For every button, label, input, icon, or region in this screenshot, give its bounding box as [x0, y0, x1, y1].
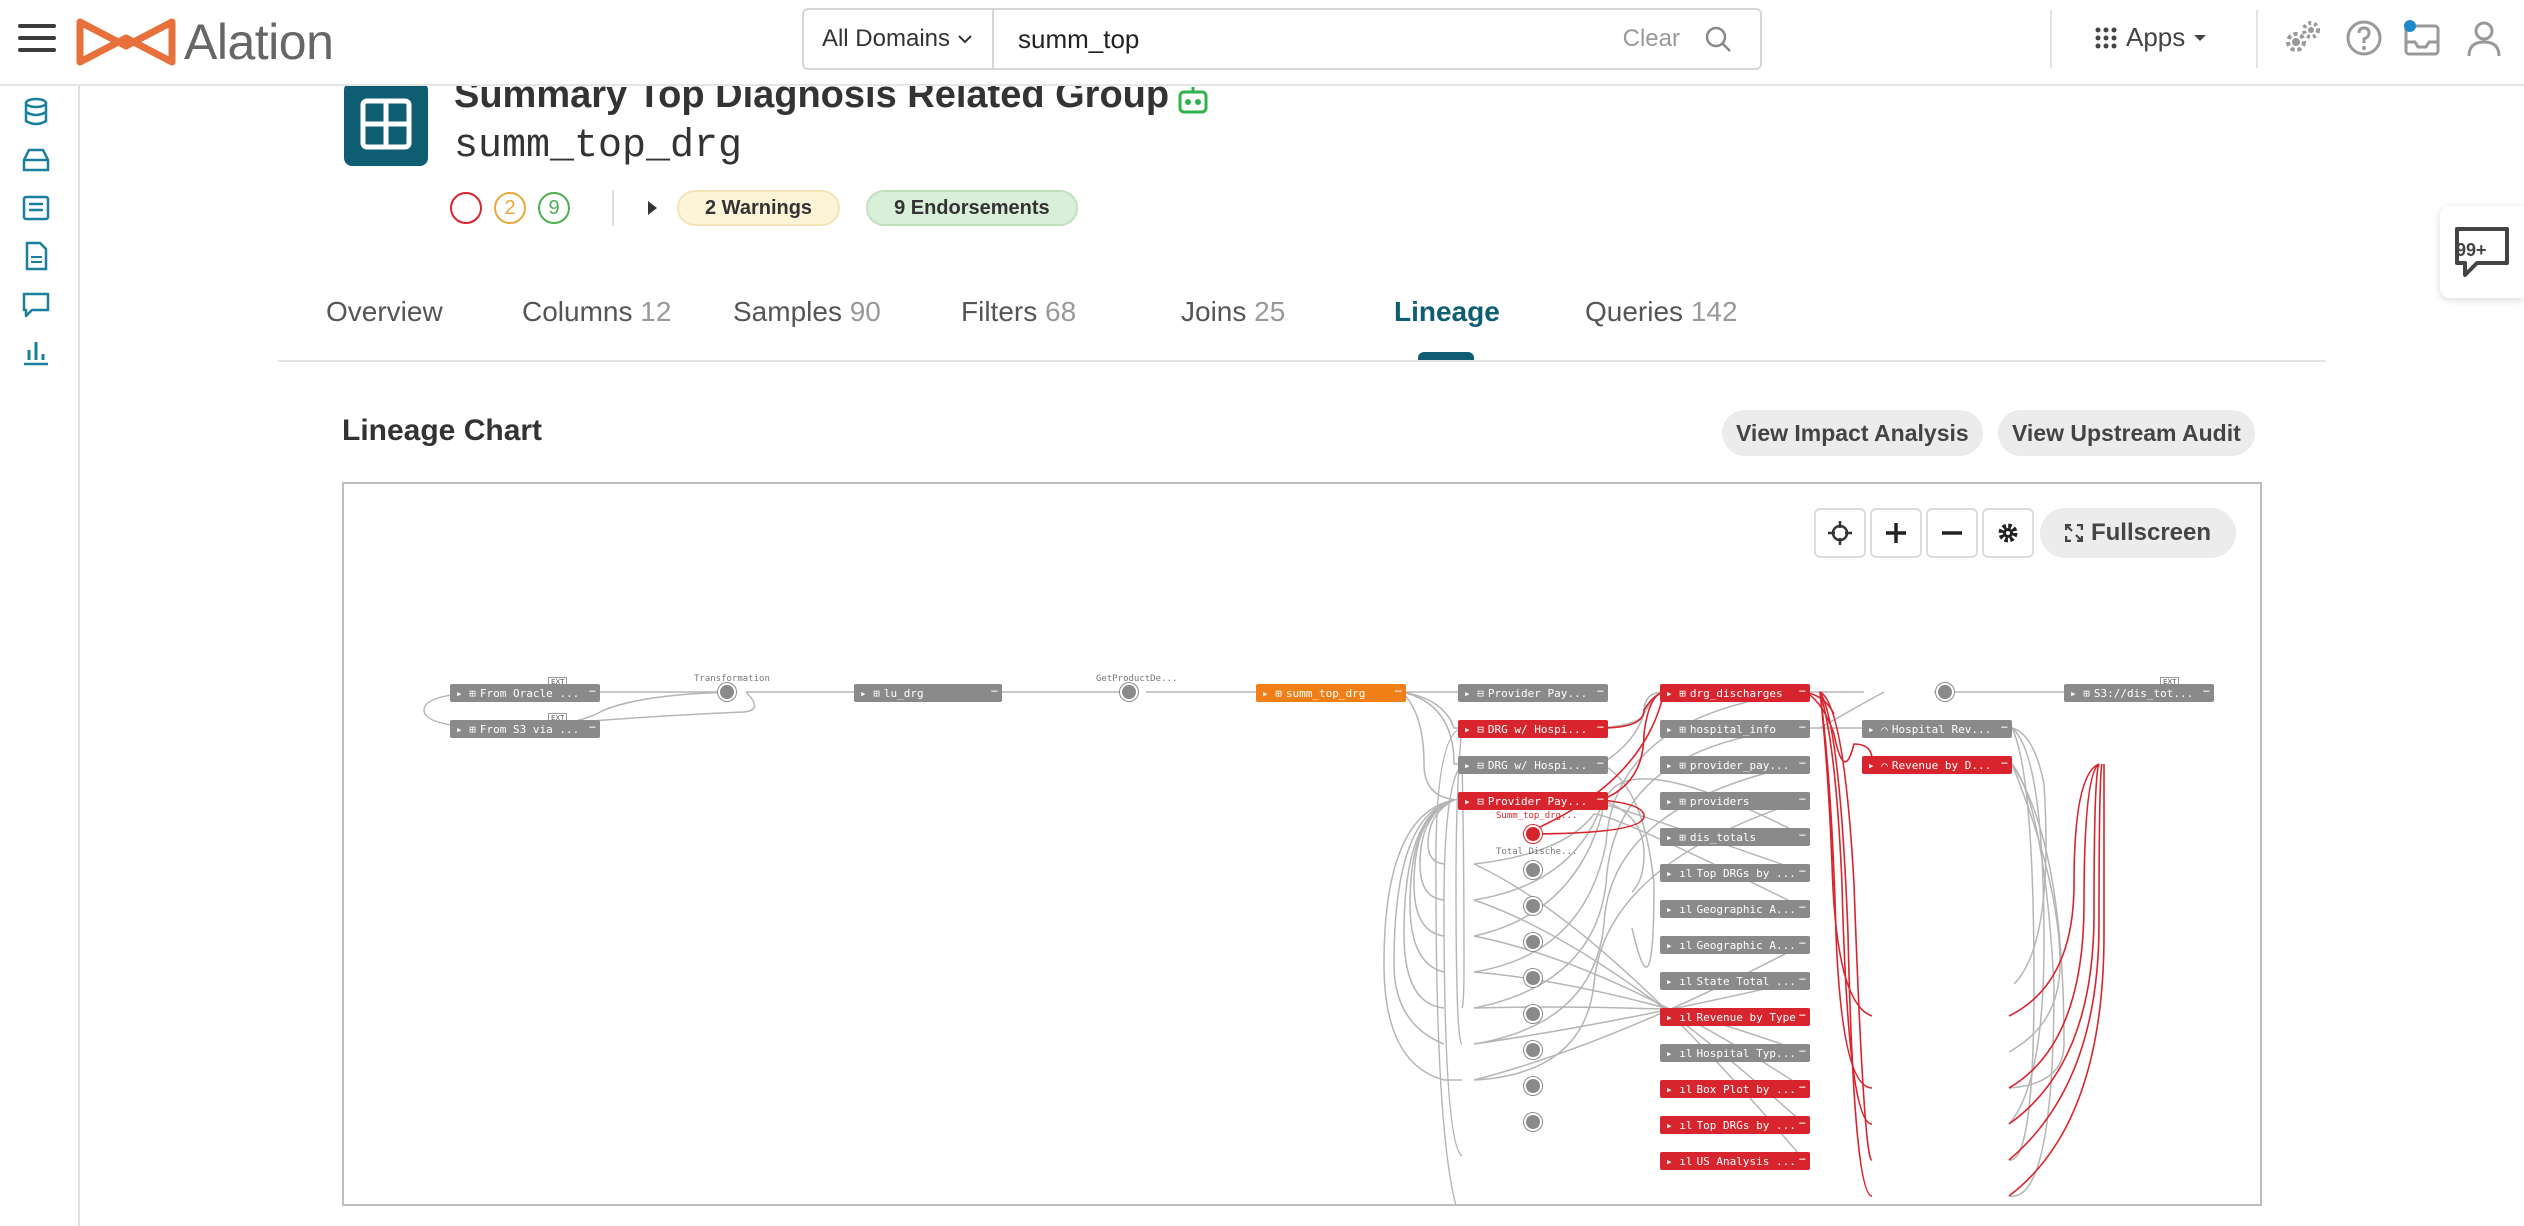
storage-drive-icon[interactable] [20, 144, 52, 176]
lineage-node-lu-drg[interactable]: ▸ ⊞ lu_drg − [854, 684, 1002, 702]
tab-joins[interactable]: Joins 25 [1181, 296, 1285, 328]
lineage-node-s3-dis-tot[interactable]: ▸ ⊞ S3://dis_tot... − [2064, 684, 2214, 702]
lineage-node-drg-hospi[interactable]: ▸ ⊟ DRG w/ Hospi... − [1458, 720, 1608, 738]
tab-queries[interactable]: Queries 142 [1585, 296, 1738, 328]
deprecation-flag[interactable] [450, 192, 482, 224]
lineage-node-provider-pay[interactable]: ▸ ⊞ provider_pay... − [1660, 756, 1810, 774]
trust-flags-row: 2 9 2 Warnings 9 Endorsements [450, 190, 1104, 226]
user-profile-icon[interactable] [2464, 18, 2504, 58]
lineage-node-summ-top-drg[interactable]: ▸ ⊞ summ_top_drg − [1256, 684, 1406, 702]
lineage-node-dis-totals[interactable]: ▸ ⊞ dis_totals − [1660, 828, 1810, 846]
nav-divider [2256, 10, 2258, 68]
warning-flag[interactable]: 2 [494, 192, 526, 224]
apps-label: Apps [2126, 22, 2186, 52]
lineage-node-geographic[interactable]: ▸ ıl Geographic A... − [1660, 900, 1810, 918]
process-label-total-dische: Total Dische... [1496, 847, 1578, 857]
bar-chart-icon[interactable] [20, 336, 52, 368]
inbox-icon[interactable] [2402, 18, 2442, 58]
grid-dots-icon [2095, 27, 2117, 48]
view-impact-analysis-button[interactable]: View Impact Analysis [1722, 410, 1983, 456]
lineage-node-revenue-by-type[interactable]: ▸ ıl Revenue by Type − [1660, 1008, 1810, 1026]
lineage-node-hospital-rev[interactable]: ▸ ⌒ Hospital Rev... − [1862, 720, 2012, 738]
lineage-node-from-s3[interactable]: ▸ ⊞ From S3 via ... − [450, 720, 600, 738]
search-icon[interactable] [1704, 25, 1732, 53]
process-node[interactable] [1524, 1005, 1542, 1023]
lineage-node-box-plot[interactable]: ▸ ıl Box Plot by ... − [1660, 1080, 1810, 1098]
process-node[interactable] [718, 683, 736, 701]
lineage-node-hospital-info[interactable]: ▸ ⊞ hospital_info − [1660, 720, 1810, 738]
alation-logo[interactable]: Alation [76, 14, 334, 70]
lineage-node-from-oracle[interactable]: ▸ ⊞ From Oracle ... − [450, 684, 600, 702]
top-navigation-bar: Alation All Domains Clear Apps [0, 0, 2524, 86]
article-list-icon[interactable] [20, 192, 52, 224]
process-node[interactable] [1524, 897, 1542, 915]
lineage-node-drg-hospi[interactable]: ▸ ⊟ DRG w/ Hospi... − [1458, 756, 1608, 774]
object-name: summ_top_drg [454, 124, 743, 169]
domain-select[interactable]: All Domains [804, 10, 994, 68]
tab-lineage[interactable]: Lineage [1394, 296, 1500, 328]
process-node[interactable] [1524, 933, 1542, 951]
table-object-icon [344, 82, 428, 166]
nav-divider [2050, 10, 2052, 68]
process-node[interactable] [1524, 1041, 1542, 1059]
conversation-icon[interactable] [20, 288, 52, 320]
logo-text: Alation [184, 14, 334, 70]
left-sidebar [0, 86, 80, 1226]
process-label-summ-top: Summ_top_drg... [1496, 811, 1578, 821]
trust-divider [612, 190, 614, 226]
lineage-node-geographic[interactable]: ▸ ıl Geographic A... − [1660, 936, 1810, 954]
lineage-node-provider-pay[interactable]: ▸ ⊟ Provider Pay... − [1458, 684, 1608, 702]
endorsements-pill[interactable]: 9 Endorsements [866, 190, 1078, 226]
lineage-section-title: Lineage Chart [342, 414, 543, 447]
lineage-chart-canvas[interactable]: Fullscreen Transformation GetProductDe..… [342, 482, 2262, 1206]
process-node[interactable] [1120, 683, 1138, 701]
view-upstream-audit-button[interactable]: View Upstream Audit [1998, 410, 2255, 456]
lineage-node-providers[interactable]: ▸ ⊞ providers − [1660, 792, 1810, 810]
process-node[interactable] [1524, 969, 1542, 987]
search-bar: All Domains Clear [802, 8, 1762, 70]
lineage-node-us-analysis[interactable]: ▸ ıl US Analysis ... − [1660, 1152, 1810, 1170]
process-node[interactable] [1524, 1077, 1542, 1095]
warnings-pill[interactable]: 2 Warnings [677, 190, 841, 226]
lineage-edges [423, 691, 2105, 1204]
object-tabs: Overview Columns 12 Samples 90 Filters 6… [278, 296, 2326, 362]
robot-icon [1178, 87, 1208, 114]
process-label-transformation: Transformation [694, 674, 770, 684]
search-input[interactable] [994, 10, 1623, 68]
lineage-node-provider-pay[interactable]: ▸ ⊟ Provider Pay... − [1458, 792, 1608, 810]
process-label-getproduct: GetProductDe... [1096, 674, 1178, 684]
process-node[interactable] [1936, 683, 1954, 701]
apps-menu[interactable]: Apps [2094, 22, 2207, 53]
active-tab-indicator [1418, 352, 1474, 360]
document-icon[interactable] [20, 240, 52, 272]
hamburger-menu-icon[interactable] [18, 24, 56, 54]
tab-samples[interactable]: Samples 90 [733, 296, 881, 328]
lineage-node-hospital-typ[interactable]: ▸ ıl Hospital Typ... − [1660, 1044, 1810, 1062]
caret-down-icon [2194, 34, 2207, 41]
chevron-down-icon [958, 35, 972, 44]
clear-search-button[interactable]: Clear [1623, 25, 1680, 53]
chat-badge: 99+ [2456, 240, 2487, 260]
tab-columns[interactable]: Columns 12 [522, 296, 671, 328]
process-node[interactable] [1524, 1113, 1542, 1131]
lineage-node-top-drgs[interactable]: ▸ ıl Top DRGs by ... − [1660, 1116, 1810, 1134]
admin-gears-icon[interactable] [2282, 18, 2322, 58]
tab-overview[interactable]: Overview [326, 296, 443, 328]
lineage-node-state-total[interactable]: ▸ ıl State Total ... − [1660, 972, 1810, 990]
lineage-node-drg-discharges[interactable]: ▸ ⊞ drg_discharges − [1660, 684, 1810, 702]
endorsement-flag[interactable]: 9 [538, 192, 570, 224]
conversations-widget[interactable]: 99+ [2440, 206, 2524, 298]
process-node[interactable] [1524, 825, 1542, 843]
tab-filters[interactable]: Filters 68 [961, 296, 1076, 328]
table-grid-icon [360, 98, 412, 150]
lineage-node-top-drgs[interactable]: ▸ ıl Top DRGs by ... − [1660, 864, 1810, 882]
expand-caret-icon[interactable] [648, 201, 657, 215]
domain-select-label: All Domains [821, 25, 951, 52]
lineage-node-revenue-by-d[interactable]: ▸ ⌒ Revenue by D... − [1862, 756, 2012, 774]
help-icon[interactable] [2344, 18, 2384, 58]
alation-logo-mark-icon [76, 18, 176, 66]
process-node[interactable] [1524, 861, 1542, 879]
database-icon[interactable] [20, 96, 52, 128]
